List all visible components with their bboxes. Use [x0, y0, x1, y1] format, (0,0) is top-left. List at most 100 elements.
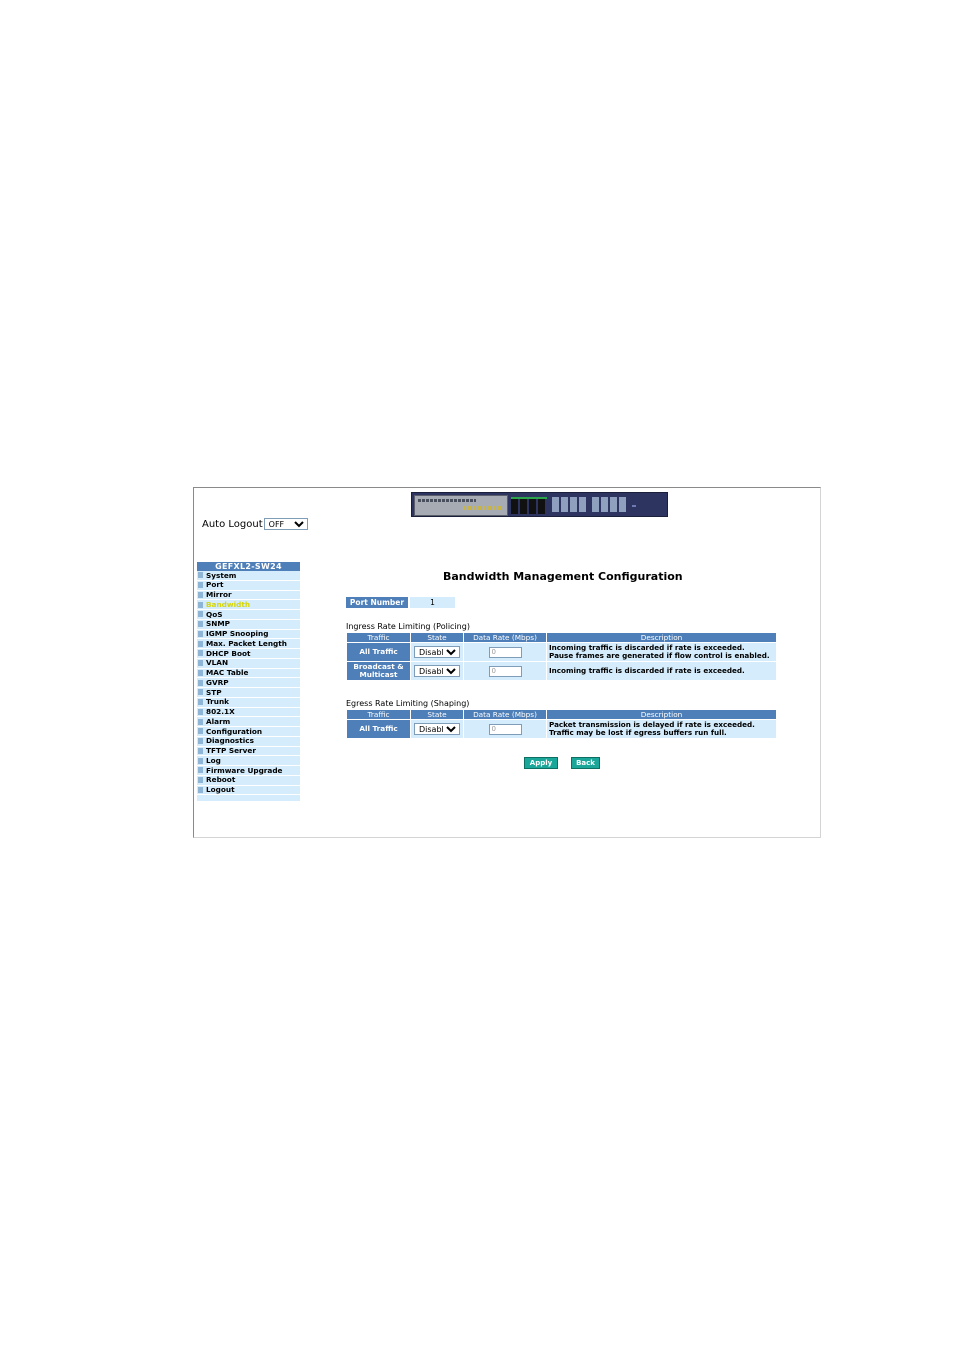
sidebar-item-label: QoS — [206, 610, 223, 619]
sidebar-item-port[interactable]: Port — [197, 580, 300, 591]
auto-logout-select[interactable]: OFF — [263, 518, 308, 530]
sidebar-item-diagnostics[interactable]: Diagnostics — [197, 736, 300, 747]
menu-bullet-icon — [198, 767, 203, 774]
traffic-all: All Traffic — [347, 720, 410, 738]
description-line: Pause frames are generated if flow contr… — [549, 651, 770, 660]
sidebar-item-mirror[interactable]: Mirror — [197, 590, 300, 601]
menu-bullet-icon — [198, 640, 203, 647]
egress-all-rate-input[interactable] — [488, 723, 522, 735]
sidebar-item-tftp-server[interactable]: TFTP Server — [197, 746, 300, 757]
ingress-bcast-state-select[interactable]: Disable — [414, 665, 460, 677]
menu-bullet-icon — [198, 738, 203, 745]
sidebar-item-qos[interactable]: QoS — [197, 610, 300, 620]
menu-bullet-icon — [198, 611, 203, 618]
traffic-broadcast-multicast: Broadcast & Multicast — [347, 662, 410, 680]
traffic-all: All Traffic — [347, 643, 410, 661]
col-rate: Data Rate (Mbps) — [464, 633, 546, 642]
back-button[interactable]: Back — [571, 757, 600, 769]
ingress-all-state-select[interactable]: Disable — [414, 646, 460, 658]
egress-header-row: Traffic State Data Rate (Mbps) Descripti… — [347, 710, 776, 719]
ingress-all-rate-input[interactable] — [488, 646, 522, 658]
sidebar-item-gvrp[interactable]: GVRP — [197, 678, 300, 688]
port-number-value: 1 — [410, 597, 455, 608]
sidebar-item-label: Logout — [206, 785, 235, 795]
switch-panel-left — [414, 495, 508, 516]
sidebar-item-system[interactable]: System — [197, 571, 300, 581]
rate-cell — [464, 720, 546, 738]
sidebar-item-logout[interactable]: Logout — [197, 785, 300, 796]
menu-bullet-icon — [198, 630, 203, 637]
sidebar-item-log[interactable]: Log — [197, 756, 300, 766]
switch-ports-group-1 — [552, 497, 586, 512]
auto-logout-label: Auto Logout — [202, 518, 263, 530]
egress-all-state-select[interactable]: Disable — [414, 723, 460, 735]
state-cell: Disable — [411, 643, 463, 661]
sidebar-item-label: System — [206, 571, 237, 580]
port-number-label: Port Number — [346, 597, 408, 608]
sidebar-item-configuration[interactable]: Configuration — [197, 727, 300, 737]
menu-bullet-icon — [198, 718, 203, 725]
rate-cell — [464, 643, 546, 661]
sidebar-item-802-1x[interactable]: 802.1X — [197, 707, 300, 718]
sidebar-item-label: Diagnostics — [206, 736, 254, 746]
state-cell: Disable — [411, 720, 463, 738]
sidebar-item-igmp-snooping[interactable]: IGMP Snooping — [197, 629, 300, 640]
sidebar-item-label: MAC Table — [206, 668, 249, 678]
menu-bullet-icon — [198, 572, 203, 579]
menu-bullet-icon — [198, 689, 203, 696]
sidebar-menu: System Port Mirror Bandwidth QoS SNMP IGMP Sno… — [197, 571, 300, 796]
sidebar-item-label: Alarm — [206, 717, 231, 726]
traffic-line: Multicast — [359, 670, 398, 679]
sidebar-item-reboot[interactable]: Reboot — [197, 775, 300, 786]
menu-bullet-icon — [198, 679, 203, 686]
apply-button[interactable]: Apply — [524, 757, 558, 769]
sidebar-item-snmp[interactable]: SNMP — [197, 619, 300, 630]
menu-bullet-icon — [198, 601, 203, 608]
sidebar-item-alarm[interactable]: Alarm — [197, 717, 300, 727]
switch-ports-group-2 — [592, 497, 626, 512]
sidebar-item-label: Mirror — [206, 590, 232, 600]
col-traffic: Traffic — [347, 710, 410, 719]
sidebar-item-bandwidth[interactable]: Bandwidth — [197, 600, 300, 610]
table-row: All Traffic Disable Incoming traffic is … — [347, 643, 776, 661]
auto-logout: Auto Logout OFF — [202, 518, 308, 530]
sidebar-item-max-packet-length[interactable]: Max. Packet Length — [197, 639, 300, 649]
rate-cell — [464, 662, 546, 680]
switch-ports-active — [511, 497, 547, 514]
switch-indicator — [632, 505, 636, 507]
browser-screenshot: Auto Logout OFF GEFXL2-SW24 System Port Mi… — [193, 487, 821, 838]
egress-table: Traffic State Data Rate (Mbps) Descripti… — [346, 709, 777, 739]
sidebar-footer — [197, 795, 300, 802]
sidebar-item-label: GVRP — [206, 678, 229, 687]
description-cell: Incoming traffic is discarded if rate is… — [547, 643, 776, 661]
description-cell: Packet transmission is delayed if rate i… — [547, 720, 776, 738]
menu-bullet-icon — [198, 757, 203, 764]
sidebar-item-stp[interactable]: STP — [197, 688, 300, 698]
col-state: State — [411, 710, 463, 719]
sidebar-item-label: STP — [206, 688, 222, 697]
sidebar: GEFXL2-SW24 System Port Mirror Bandwidth QoS… — [197, 562, 300, 802]
ingress-header-row: Traffic State Data Rate (Mbps) Descripti… — [347, 633, 776, 642]
menu-bullet-icon — [198, 699, 203, 706]
sidebar-item-dhcp-boot[interactable]: DHCP Boot — [197, 649, 300, 659]
sidebar-item-label: DHCP Boot — [206, 649, 251, 658]
sidebar-item-firmware-upgrade[interactable]: Firmware Upgrade — [197, 766, 300, 776]
sidebar-item-label: IGMP Snooping — [206, 629, 269, 639]
sidebar-item-label: Log — [206, 756, 221, 765]
sidebar-item-label: Reboot — [206, 775, 236, 785]
port-number-row: Port Number 1 — [346, 597, 455, 608]
sidebar-item-mac-table[interactable]: MAC Table — [197, 668, 300, 679]
col-traffic: Traffic — [347, 633, 410, 642]
menu-bullet-icon — [198, 728, 203, 735]
sidebar-item-label: Bandwidth — [206, 600, 251, 609]
sidebar-item-vlan[interactable]: VLAN — [197, 658, 300, 669]
col-description: Description — [547, 633, 776, 642]
switch-front-panel-image — [411, 492, 668, 517]
menu-bullet-icon — [198, 660, 203, 667]
sidebar-item-label: TFTP Server — [206, 746, 256, 756]
col-rate: Data Rate (Mbps) — [464, 710, 546, 719]
page-title: Bandwidth Management Configuration — [443, 570, 683, 583]
sidebar-item-trunk[interactable]: Trunk — [197, 697, 300, 708]
ingress-bcast-rate-input[interactable] — [488, 665, 522, 677]
egress-section-title: Egress Rate Limiting (Shaping) — [346, 699, 470, 708]
